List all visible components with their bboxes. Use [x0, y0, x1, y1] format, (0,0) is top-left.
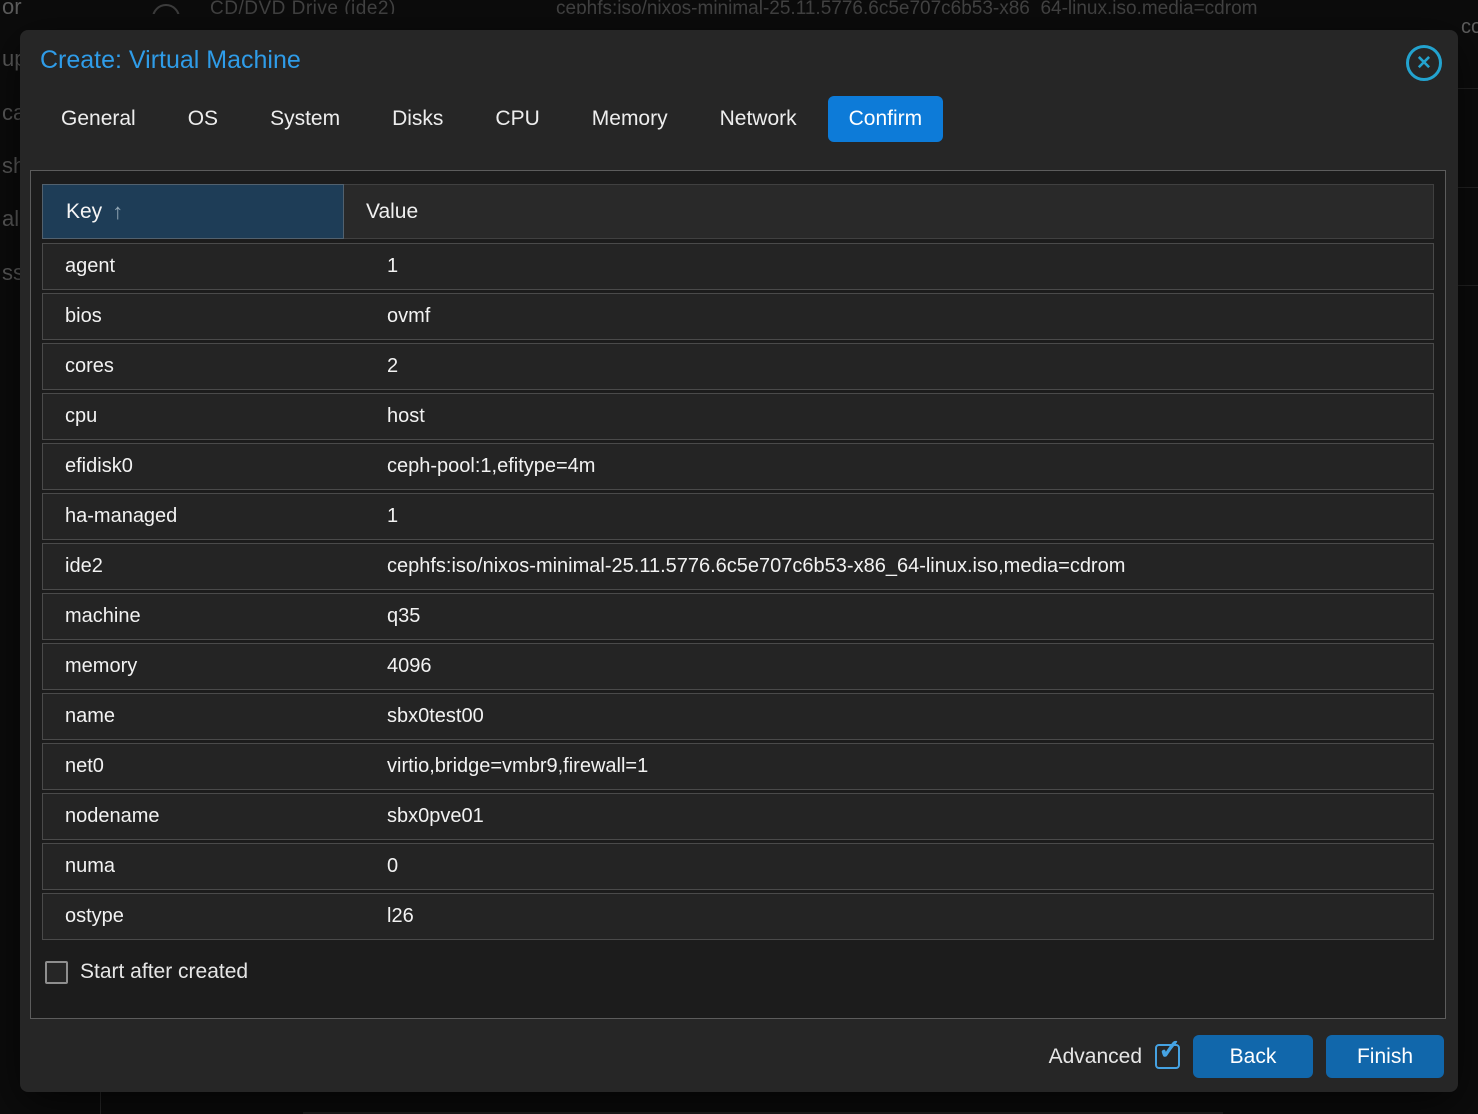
dialog-title: Create: Virtual Machine: [40, 46, 301, 75]
background-row-label: CD/DVD Drive (ide2): [210, 0, 396, 14]
row-value: host: [365, 405, 1433, 428]
row-key: cpu: [43, 405, 365, 428]
column-header-value[interactable]: Value: [344, 184, 1434, 239]
row-key: net0: [43, 755, 365, 778]
column-header-value-label: Value: [366, 200, 418, 224]
row-value: 2: [365, 355, 1433, 378]
row-value: 0: [365, 855, 1433, 878]
row-key: memory: [43, 655, 365, 678]
dialog-footer: Advanced ✓ Back Finish: [20, 1021, 1458, 1092]
tab-general[interactable]: General: [40, 96, 157, 142]
start-after-created-checkbox[interactable]: [45, 961, 68, 984]
column-header-key[interactable]: Key ↑: [42, 184, 344, 239]
row-value: l26: [365, 905, 1433, 928]
background-grid-line: [1458, 187, 1478, 188]
row-value: ovmf: [365, 305, 1433, 328]
radio-circle-icon: [152, 4, 180, 14]
table-row[interactable]: ide2 cephfs:iso/nixos-minimal-25.11.5776…: [42, 543, 1434, 590]
grid-header: Key ↑ Value: [42, 184, 1434, 239]
confirm-panel: Key ↑ Value agent 1 bios ovmf cores: [30, 170, 1446, 1019]
row-value: virtio,bridge=vmbr9,firewall=1: [365, 755, 1433, 778]
start-after-created-label: Start after created: [80, 960, 248, 984]
table-row[interactable]: agent 1: [42, 243, 1434, 290]
advanced-checkbox[interactable]: ✓: [1155, 1044, 1180, 1069]
row-key: ostype: [43, 905, 365, 928]
table-row[interactable]: cores 2: [42, 343, 1434, 390]
start-after-created-row: Start after created: [45, 960, 248, 984]
advanced-label: Advanced: [1049, 1045, 1142, 1069]
row-key: name: [43, 705, 365, 728]
background-grid-line: [1458, 88, 1478, 89]
row-value: q35: [365, 605, 1433, 628]
tab-os[interactable]: OS: [167, 96, 239, 142]
row-value: 1: [365, 255, 1433, 278]
background-divider: [100, 1092, 101, 1114]
table-row[interactable]: ha-managed 1: [42, 493, 1434, 540]
row-key: nodename: [43, 805, 365, 828]
row-key: numa: [43, 855, 365, 878]
tab-cpu[interactable]: CPU: [474, 96, 560, 142]
row-key: ha-managed: [43, 505, 365, 528]
row-value: ceph-pool:1,efitype=4m: [365, 455, 1433, 478]
column-header-key-label: Key: [66, 200, 102, 224]
row-key: agent: [43, 255, 365, 278]
background-row-value: cephfs:iso/nixos-minimal-25.11.5776.6c5e…: [556, 0, 1257, 14]
back-button[interactable]: Back: [1193, 1035, 1313, 1078]
table-row[interactable]: numa 0: [42, 843, 1434, 890]
table-row[interactable]: machine q35: [42, 593, 1434, 640]
row-key: bios: [43, 305, 365, 328]
row-value: sbx0pve01: [365, 805, 1433, 828]
tab-bar: General OS System Disks CPU Memory Netwo…: [40, 96, 953, 142]
create-vm-dialog: Create: Virtual Machine ✕ General OS Sys…: [20, 30, 1458, 1092]
table-row[interactable]: ostype l26: [42, 893, 1434, 940]
table-row[interactable]: bios ovmf: [42, 293, 1434, 340]
background-text-fragment: co: [1461, 16, 1478, 39]
tab-confirm[interactable]: Confirm: [828, 96, 944, 142]
table-row[interactable]: efidisk0 ceph-pool:1,efitype=4m: [42, 443, 1434, 490]
check-icon: ✓: [1158, 1036, 1181, 1064]
tab-disks[interactable]: Disks: [371, 96, 464, 142]
table-row[interactable]: nodename sbx0pve01: [42, 793, 1434, 840]
row-key: machine: [43, 605, 365, 628]
table-row[interactable]: memory 4096: [42, 643, 1434, 690]
row-key: ide2: [43, 555, 365, 578]
table-row[interactable]: name sbx0test00: [42, 693, 1434, 740]
table-row[interactable]: net0 virtio,bridge=vmbr9,firewall=1: [42, 743, 1434, 790]
proxmox-screen: CD/DVD Drive (ide2) cephfs:iso/nixos-min…: [0, 0, 1478, 1114]
sort-asc-icon: ↑: [112, 199, 123, 225]
background-grid-line: [1458, 285, 1478, 286]
close-icon[interactable]: ✕: [1406, 45, 1442, 81]
background-hardware-row: CD/DVD Drive (ide2) cephfs:iso/nixos-min…: [0, 0, 1478, 14]
row-value: 1: [365, 505, 1433, 528]
row-value: 4096: [365, 655, 1433, 678]
tab-system[interactable]: System: [249, 96, 361, 142]
row-value: sbx0test00: [365, 705, 1433, 728]
row-value: cephfs:iso/nixos-minimal-25.11.5776.6c5e…: [365, 555, 1433, 578]
table-row[interactable]: cpu host: [42, 393, 1434, 440]
settings-grid: Key ↑ Value agent 1 bios ovmf cores: [42, 184, 1434, 943]
finish-button[interactable]: Finish: [1326, 1035, 1444, 1078]
tab-network[interactable]: Network: [699, 96, 818, 142]
row-key: cores: [43, 355, 365, 378]
background-nav-fragment: or: [2, 0, 22, 20]
tab-memory[interactable]: Memory: [571, 96, 689, 142]
row-key: efidisk0: [43, 455, 365, 478]
